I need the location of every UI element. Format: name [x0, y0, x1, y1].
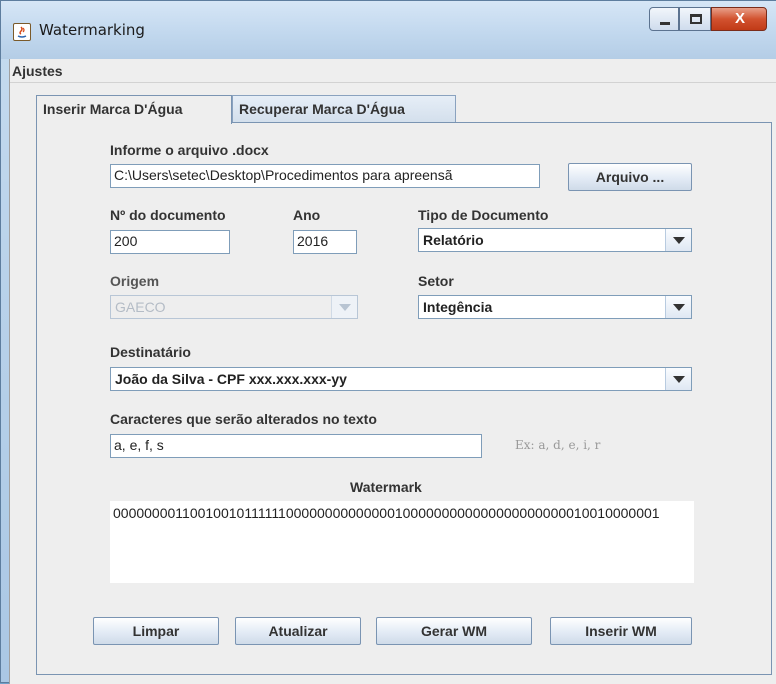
insert-wm-button[interactable]: Inserir WM: [550, 617, 692, 645]
sector-select[interactable]: Integência: [418, 295, 692, 319]
sector-label: Setor: [418, 273, 454, 289]
minimize-icon: [660, 22, 670, 25]
dropdown-arrow-icon: [673, 237, 685, 244]
tab-recover-watermark[interactable]: Recuperar Marca D'Água: [232, 95, 456, 123]
recipient-select[interactable]: João da Silva - CPF xxx.xxx.xxx-yy: [110, 367, 692, 391]
title-bar[interactable]: Watermarking X: [1, 1, 776, 59]
chars-field[interactable]: a, e, f, s: [110, 434, 482, 458]
maximize-button[interactable]: [679, 7, 711, 31]
sector-dropdown-button[interactable]: [665, 296, 691, 318]
insert-watermark-panel: Informe o arquivo .docx C:\Users\setec\D…: [36, 122, 772, 675]
caption-buttons: X: [649, 7, 767, 31]
watermark-label: Watermark: [350, 479, 422, 495]
recipient-label: Destinatário: [110, 344, 191, 360]
close-button[interactable]: X: [711, 7, 767, 31]
year-label: Ano: [293, 207, 321, 223]
origin-select: GAECO: [110, 295, 358, 319]
origin-value: GAECO: [115, 299, 166, 315]
doc-type-label: Tipo de Documento: [418, 207, 549, 223]
dropdown-arrow-icon: [339, 304, 351, 311]
dropdown-arrow-icon: [673, 304, 685, 311]
year-field[interactable]: 2016: [293, 230, 357, 254]
sector-value: Integência: [423, 299, 493, 315]
java-app-icon[interactable]: [13, 23, 31, 41]
generate-wm-button[interactable]: Gerar WM: [376, 617, 532, 645]
file-path-field[interactable]: C:\Users\setec\Desktop\Procedimentos par…: [110, 164, 540, 188]
menu-ajustes[interactable]: Ajustes: [12, 63, 63, 79]
chars-label: Caracteres que serão alterados no texto: [110, 411, 377, 427]
doc-type-value: Relatório: [423, 232, 484, 248]
doc-type-dropdown-button[interactable]: [665, 229, 691, 251]
app-window: Watermarking X Ajustes Inserir Marca D'Á…: [0, 0, 776, 684]
dropdown-arrow-icon: [673, 376, 685, 383]
recipient-dropdown-button[interactable]: [665, 368, 691, 390]
update-button[interactable]: Atualizar: [235, 617, 361, 645]
doc-number-label: Nº do documento: [110, 207, 226, 223]
client-area: Ajustes Inserir Marca D'Água Recuperar M…: [9, 59, 776, 684]
window-title: Watermarking: [39, 21, 145, 39]
clear-button[interactable]: Limpar: [93, 617, 219, 645]
menu-bar: Ajustes: [10, 59, 776, 83]
recipient-value: João da Silva - CPF xxx.xxx.xxx-yy: [115, 371, 347, 387]
minimize-button[interactable]: [649, 7, 679, 31]
watermark-textarea[interactable]: 0000000011001001011111100000000000000100…: [110, 501, 694, 583]
doc-type-select[interactable]: Relatório: [418, 228, 692, 252]
doc-number-field[interactable]: 200: [110, 230, 230, 254]
tab-insert-watermark[interactable]: Inserir Marca D'Água: [36, 95, 232, 124]
maximize-icon: [690, 14, 702, 24]
origin-dropdown-button: [331, 296, 357, 318]
chars-hint: Ex: a, d, e, i, r: [515, 438, 601, 452]
file-label: Informe o arquivo .docx: [110, 142, 269, 158]
file-browse-button[interactable]: Arquivo ...: [568, 163, 692, 191]
close-icon: X: [734, 10, 745, 27]
origin-label: Origem: [110, 273, 160, 289]
